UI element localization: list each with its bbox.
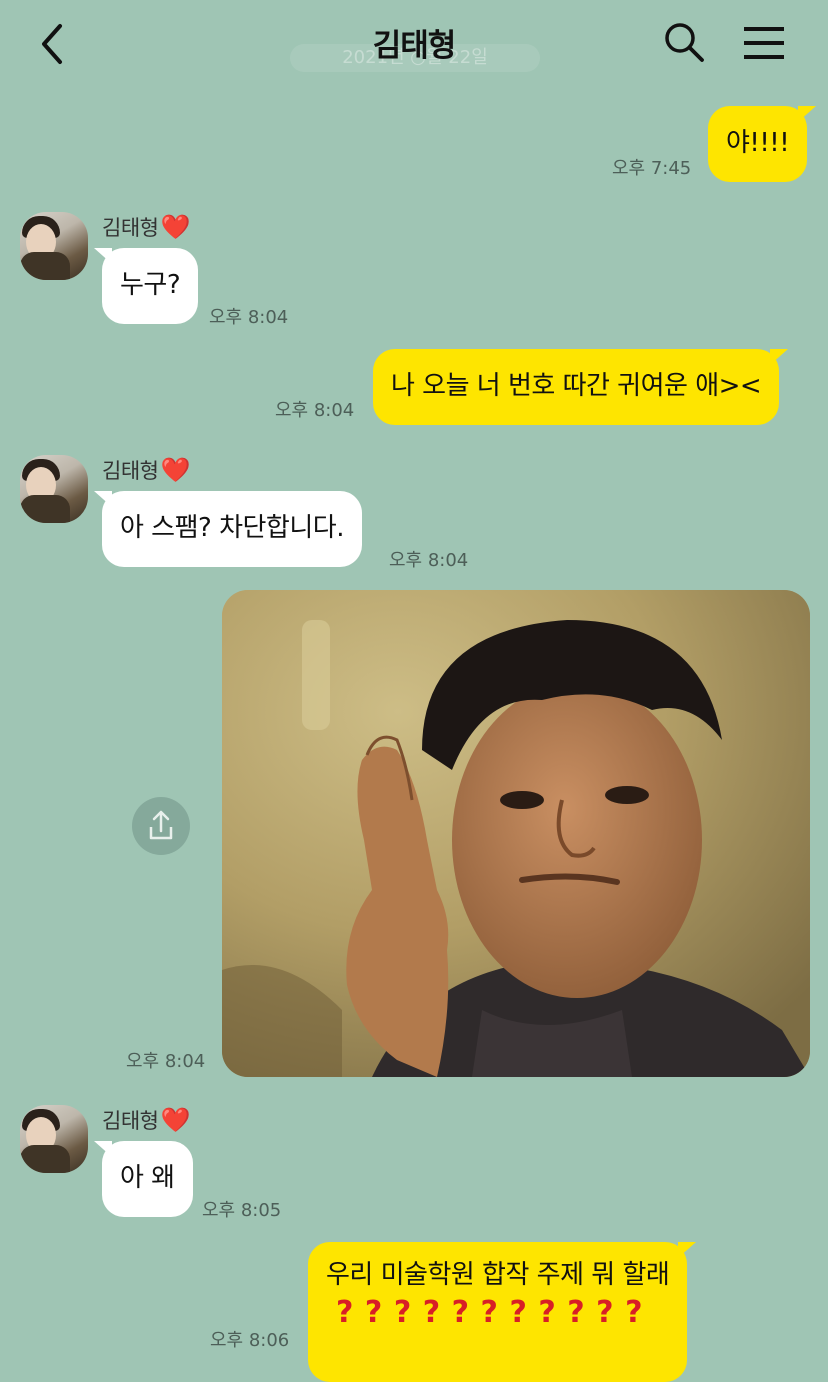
question-mark: ? <box>567 1295 585 1331</box>
question-mark: ? <box>364 1295 382 1331</box>
message-time: 오후 8:04 <box>209 307 289 328</box>
bubble-tail <box>678 1242 697 1258</box>
heart-icon: ❤️ <box>160 456 190 484</box>
question-mark: ? <box>596 1295 614 1331</box>
chat-header: 2021년 ○월 22일 김태형 <box>0 0 828 90</box>
message-time: 오후 8:04 <box>275 400 355 421</box>
message-time: 오후 8:04 <box>126 1051 206 1072</box>
menu-icon <box>744 27 784 59</box>
message-text: 누구? <box>120 270 181 301</box>
message-time: 오후 8:06 <box>210 1330 290 1351</box>
avatar[interactable] <box>20 1105 88 1173</box>
incoming-message[interactable]: 아 스팸? 차단합니다. <box>94 491 362 567</box>
outgoing-message[interactable]: 나 오늘 너 번호 따간 귀여운 애>< <box>373 349 789 425</box>
search-button[interactable] <box>662 20 706 64</box>
sender-name-text: 김태형 <box>102 1109 159 1133</box>
photo-image <box>222 590 810 1077</box>
heart-icon: ❤️ <box>160 213 190 241</box>
avatar[interactable] <box>20 212 88 280</box>
question-mark: ? <box>451 1295 469 1331</box>
sender-name: 김태형❤️ <box>102 1105 190 1135</box>
message-time: 오후 8:05 <box>202 1200 282 1221</box>
question-mark: ? <box>625 1295 642 1331</box>
outgoing-message[interactable]: 야!!!! <box>708 106 817 182</box>
message-time: 오후 7:45 <box>612 158 692 179</box>
bubble-tail <box>770 349 789 365</box>
incoming-message[interactable]: 아 왜 <box>94 1141 193 1217</box>
question-mark-row: ??????????? <box>326 1295 669 1331</box>
message-text: 우리 미술학원 합작 주제 뭐 할래 <box>326 1260 670 1290</box>
question-mark: ? <box>422 1295 440 1331</box>
outgoing-message[interactable]: 우리 미술학원 합작 주제 뭐 할래 ??????????? <box>308 1242 697 1382</box>
photo-message[interactable] <box>222 590 810 1077</box>
bubble-tail <box>798 106 817 122</box>
question-mark: ? <box>480 1295 498 1331</box>
avatar[interactable] <box>20 455 88 523</box>
bubble-tail <box>94 491 112 507</box>
message-text: 나 오늘 너 번호 따간 귀여운 애>< <box>391 371 762 402</box>
incoming-message[interactable]: 누구? <box>94 248 199 324</box>
question-mark: ? <box>336 1295 353 1331</box>
menu-button[interactable] <box>740 22 788 62</box>
share-icon <box>149 810 173 840</box>
share-button[interactable] <box>132 797 190 855</box>
search-icon <box>665 23 704 62</box>
message-text: 아 왜 <box>120 1163 175 1194</box>
sender-name-text: 김태형 <box>102 216 159 240</box>
message-time: 오후 8:04 <box>389 550 469 571</box>
sender-name: 김태형❤️ <box>102 212 190 242</box>
sender-name: 김태형❤️ <box>102 455 190 485</box>
bubble-tail <box>94 1141 112 1157</box>
question-mark: ? <box>538 1295 556 1331</box>
message-text: 아 스팸? 차단합니다. <box>120 513 344 544</box>
message-text: 야!!!! <box>726 128 790 159</box>
heart-icon: ❤️ <box>160 1106 190 1134</box>
sender-name-text: 김태형 <box>102 459 159 483</box>
question-mark: ? <box>393 1295 411 1331</box>
question-mark: ? <box>509 1295 527 1331</box>
bubble-tail <box>94 248 112 264</box>
